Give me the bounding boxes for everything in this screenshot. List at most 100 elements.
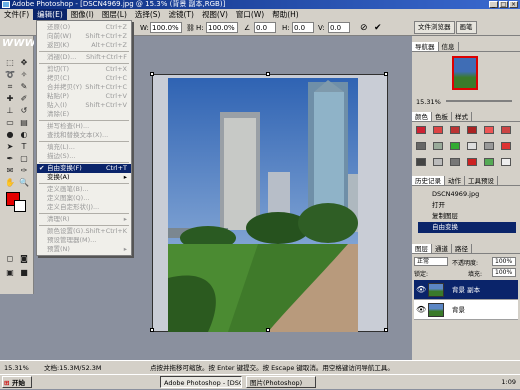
menu-select[interactable]: 选择(S) [131, 9, 165, 20]
menu-item-color-settings[interactable]: 颜色设置(G)... Shift+Ctrl+K [37, 227, 131, 236]
menu-item-find-replace[interactable]: 查找和替换文本(X)... [37, 131, 131, 140]
menu-item-define-brush[interactable]: 定义画笔(B)... [37, 185, 131, 194]
navigator-zoom-slider[interactable] [446, 100, 512, 102]
menu-item-cut[interactable]: 剪切(T) Ctrl+X [37, 65, 131, 74]
menu-item-define-shape[interactable]: 定义自定形状(J)... [37, 203, 131, 212]
skew-h-input[interactable]: 0.0 [292, 22, 314, 33]
tab-tool-presets[interactable]: 工具预设 [465, 176, 498, 185]
fill-input[interactable]: 100% [492, 268, 516, 277]
menu-item-stroke[interactable]: 描边(S)... [37, 152, 131, 161]
menu-item-clear[interactable]: 清除(E) [37, 110, 131, 119]
quick-mask-icon[interactable]: ◙ [17, 254, 31, 264]
menu-edit[interactable]: 编辑(E) [33, 9, 67, 20]
style-swatch[interactable] [433, 158, 443, 166]
eye-icon[interactable]: 👁 [416, 285, 426, 295]
close-button[interactable]: × [509, 1, 518, 8]
tab-history[interactable]: 历史记录 [412, 176, 445, 185]
pen-tool-icon[interactable]: ✒ [3, 154, 17, 164]
tab-file-browser[interactable]: 文件浏览器 [414, 21, 455, 34]
layer-row[interactable]: 👁 背景 [414, 300, 518, 320]
tab-color[interactable]: 颜色 [412, 112, 432, 121]
tab-styles[interactable]: 样式 [452, 112, 472, 121]
style-swatch[interactable] [433, 142, 443, 150]
style-swatch[interactable] [416, 158, 426, 166]
menu-item-copy[interactable]: 拷贝(C) Ctrl+C [37, 74, 131, 83]
eraser-tool-icon[interactable]: ▭ [3, 118, 17, 128]
height-input[interactable]: 100.0% [206, 22, 238, 33]
history-snapshot[interactable]: DSCN4969.jpg [418, 189, 516, 200]
menu-item-free-transform[interactable]: ✔ 自由变换(F) Ctrl+T [37, 164, 131, 173]
menu-item-paste-into[interactable]: 贴入(I) Shift+Ctrl+V [37, 101, 131, 110]
healing-brush-icon[interactable]: ✚ [3, 94, 17, 104]
maximize-button[interactable]: □ [499, 1, 508, 8]
marquee-tool-icon[interactable]: ⬚ [3, 58, 17, 68]
tab-swatches[interactable]: 色板 [432, 112, 452, 121]
style-swatch[interactable] [467, 158, 477, 166]
style-swatch[interactable] [450, 158, 460, 166]
history-item-selected[interactable]: 自由变换 [418, 222, 516, 233]
menu-item-preset-manager[interactable]: 预设管理器(M)... [37, 236, 131, 245]
transform-handle[interactable] [266, 72, 270, 76]
style-swatch[interactable] [416, 126, 426, 134]
skew-v-input[interactable]: 0.0 [328, 22, 350, 33]
menu-image[interactable]: 图像(I) [67, 9, 98, 20]
history-item[interactable]: 打开 [418, 200, 516, 211]
eye-icon[interactable]: 👁 [416, 305, 426, 315]
menu-item-spell-check[interactable]: 拼写检查(H)... [37, 122, 131, 131]
path-select-tool-icon[interactable]: ➤ [3, 142, 17, 152]
gradient-tool-icon[interactable]: ▤ [17, 118, 31, 128]
stamp-tool-icon[interactable]: ⊥ [3, 106, 17, 116]
crop-tool-icon[interactable]: ⌗ [3, 82, 17, 92]
menu-item-transform[interactable]: 变换(A) ▸ [37, 173, 131, 182]
style-swatch[interactable] [467, 126, 477, 134]
style-swatch[interactable] [450, 126, 460, 134]
tab-navigator[interactable]: 导航器 [412, 42, 439, 51]
tab-paths[interactable]: 路径 [452, 244, 472, 253]
lasso-tool-icon[interactable]: ➰ [3, 70, 17, 80]
tab-info[interactable]: 信息 [439, 42, 459, 51]
style-swatch[interactable] [484, 126, 494, 134]
taskbar-task-photoshop[interactable]: Adobe Photoshop - [DSC... [160, 376, 242, 388]
history-brush-icon[interactable]: ↺ [17, 106, 31, 116]
commit-transform-icon[interactable]: ✔ [374, 20, 382, 36]
tab-layers[interactable]: 图层 [412, 244, 432, 253]
menu-item-copy-merged[interactable]: 合并拷贝(Y) Shift+Ctrl+C [37, 83, 131, 92]
transform-handle[interactable] [384, 72, 388, 76]
tab-channels[interactable]: 通道 [432, 244, 452, 253]
tab-actions[interactable]: 动作 [445, 176, 465, 185]
transform-handle[interactable] [150, 72, 154, 76]
style-swatch[interactable] [501, 142, 511, 150]
start-button[interactable]: ⊞ 开始 [2, 376, 32, 388]
hand-tool-icon[interactable]: ✋ [3, 178, 17, 188]
menu-item-fade[interactable]: 消褪(D)... Shift+Ctrl+F [37, 53, 131, 62]
magic-wand-tool-icon[interactable]: ✧ [17, 70, 31, 80]
menu-item-step-backward[interactable]: 返回(K) Alt+Ctrl+Z [37, 41, 131, 50]
style-swatch[interactable] [450, 142, 460, 150]
standard-mode-icon[interactable]: ◻ [3, 254, 17, 264]
menu-item-paste[interactable]: 粘贴(P) Ctrl+V [37, 92, 131, 101]
minimize-button[interactable]: _ [489, 1, 498, 8]
transform-handle[interactable] [266, 328, 270, 332]
dodge-tool-icon[interactable]: ◐ [17, 130, 31, 140]
menu-item-fill[interactable]: 填充(L)... [37, 143, 131, 152]
link-icon[interactable]: ⛓ [186, 20, 195, 36]
shape-tool-icon[interactable]: ▢ [17, 154, 31, 164]
width-input[interactable]: 100.0% [150, 22, 182, 33]
taskbar-task-images[interactable]: 图片(Photoshop) [246, 376, 316, 388]
menu-item-step-forward[interactable]: 向前(W) Shift+Ctrl+Z [37, 32, 131, 41]
layer-row[interactable]: 👁 背景 副本 [414, 280, 518, 300]
style-swatch[interactable] [501, 126, 511, 134]
move-tool-icon[interactable]: ✥ [17, 58, 31, 68]
menu-help[interactable]: 帮助(H) [268, 9, 303, 20]
transform-handle[interactable] [384, 328, 388, 332]
menu-item-define-pattern[interactable]: 定义图案(Q)... [37, 194, 131, 203]
style-swatch[interactable] [467, 142, 477, 150]
style-swatch[interactable] [484, 142, 494, 150]
type-tool-icon[interactable]: T [17, 142, 31, 152]
menu-item-undo[interactable]: 还原(O) Ctrl+Z [37, 23, 131, 32]
cancel-transform-icon[interactable]: ⊘ [360, 20, 368, 36]
brush-tool-icon[interactable]: ✐ [17, 94, 31, 104]
history-item[interactable]: 复制图层 [418, 211, 516, 222]
style-swatch[interactable] [416, 142, 426, 150]
full-screen-icon[interactable]: ■ [17, 268, 31, 278]
